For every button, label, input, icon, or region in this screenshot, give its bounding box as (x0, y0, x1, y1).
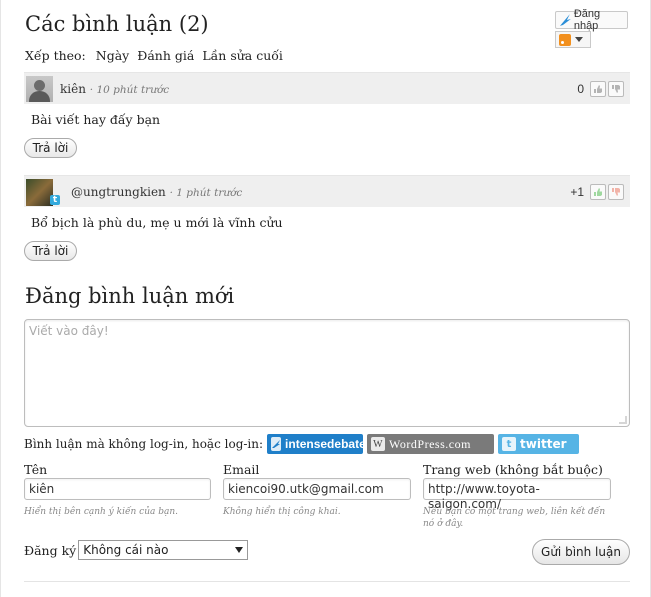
subscribe-select[interactable]: Không cái nào (78, 540, 249, 560)
login-prompt: Bình luận mà không log-in, hoặc log-in: (24, 437, 264, 451)
twitter-login-button[interactable]: t twitter (498, 434, 580, 454)
intensedebate-feather-icon (559, 14, 571, 26)
avatar[interactable] (26, 76, 53, 102)
submit-comment-button[interactable]: Gửi bình luận (532, 539, 630, 565)
login-button[interactable]: Đăng nhập (555, 8, 628, 32)
rss-dropdown[interactable] (555, 31, 591, 48)
email-field[interactable]: kiencoi90.utk@gmail.com (223, 478, 411, 500)
website-field[interactable]: http://www.toyota-saigon.com/ (423, 478, 611, 511)
divider (24, 581, 630, 582)
sort-label: Xếp theo: (25, 48, 86, 63)
comment-author[interactable]: @ungtrungkien (71, 185, 166, 199)
login-options-row: Bình luận mà không log-in, hoặc log-in: … (24, 434, 580, 454)
avatar[interactable] (26, 179, 53, 206)
sort-by-rating[interactable]: Đánh giá (137, 48, 194, 63)
comment-text: Bài viết hay đấy bạn (31, 112, 161, 127)
comment-time: · 1 phút trước (169, 187, 243, 199)
rss-icon (559, 33, 571, 46)
vote-count: +1 (570, 185, 584, 199)
new-comment-title: Đăng bình luận mới (25, 284, 235, 308)
intensedebate-feather-icon (271, 437, 282, 451)
comment-time: · 10 phút trước (89, 84, 170, 96)
resize-grip-icon[interactable] (619, 416, 627, 424)
comment-text: Bổ bịch là phù du, mẹ u mới là vĩnh cửu (31, 215, 283, 230)
sort-by-last-edit[interactable]: Lần sửa cuối (202, 48, 283, 63)
name-label: Tên (24, 462, 48, 477)
thumbs-up-icon[interactable] (590, 184, 606, 200)
vote-controls: +1 (570, 184, 624, 200)
intensedebate-label: intensedebate (285, 437, 366, 451)
intensedebate-login-button[interactable]: intensedebate (267, 434, 366, 454)
email-hint: Không hiển thị công khai. (223, 507, 341, 517)
vote-count: 0 (577, 82, 584, 96)
subscribe-selected: Không cái nào (83, 543, 169, 557)
comment-placeholder: Viết vào đây! (29, 324, 109, 338)
name-hint: Hiển thị bên cạnh ý kiến của bạn. (24, 507, 178, 517)
comment-header: kiên · 10 phút trước 0 (24, 72, 630, 104)
thumbs-down-icon[interactable] (608, 184, 624, 200)
wordpress-label: WordPress.com (389, 436, 471, 451)
wordpress-icon: W (371, 437, 386, 451)
sort-by-date[interactable]: Ngày (96, 48, 129, 63)
chevron-down-icon (235, 547, 244, 553)
twitter-icon: t (502, 437, 517, 451)
email-label: Email (223, 462, 260, 477)
comment-author-line: kiên · 10 phút trước (60, 82, 169, 96)
comment-header: t @ungtrungkien · 1 phút trước +1 (24, 175, 630, 207)
website-hint: Nếu bạn có một trang web, liên kết đến n… (423, 507, 606, 529)
name-field[interactable]: kiên (24, 478, 211, 500)
comment-author[interactable]: kiên (60, 82, 86, 96)
comment-author-line: @ungtrungkien · 1 phút trước (71, 185, 242, 199)
comments-title: Các bình luận (2) (25, 12, 209, 36)
reply-button[interactable]: Trả lời (24, 138, 77, 158)
twitter-icon: t (50, 195, 60, 205)
reply-button[interactable]: Trả lời (24, 241, 77, 261)
comment-textarea[interactable]: Viết vào đây! (24, 319, 630, 427)
website-label: Trang web (không bắt buộc) (423, 462, 603, 477)
subscribe-row: Đăng ký Không cái nào (24, 540, 249, 560)
thumbs-up-icon[interactable] (590, 81, 606, 97)
chevron-down-icon (575, 37, 583, 42)
login-label: Đăng nhập (573, 8, 601, 32)
thumbs-down-icon[interactable] (608, 81, 624, 97)
sort-bar: Xếp theo: Ngày Đánh giá Lần sửa cuối (25, 48, 283, 63)
twitter-label: twitter (520, 437, 567, 451)
vote-controls: 0 (577, 81, 624, 97)
comments-panel: Các bình luận (2) Đăng nhập Xếp theo: Ng… (0, 0, 651, 597)
wordpress-login-button[interactable]: W WordPress.com (367, 434, 495, 454)
subscribe-label: Đăng ký (24, 542, 77, 558)
